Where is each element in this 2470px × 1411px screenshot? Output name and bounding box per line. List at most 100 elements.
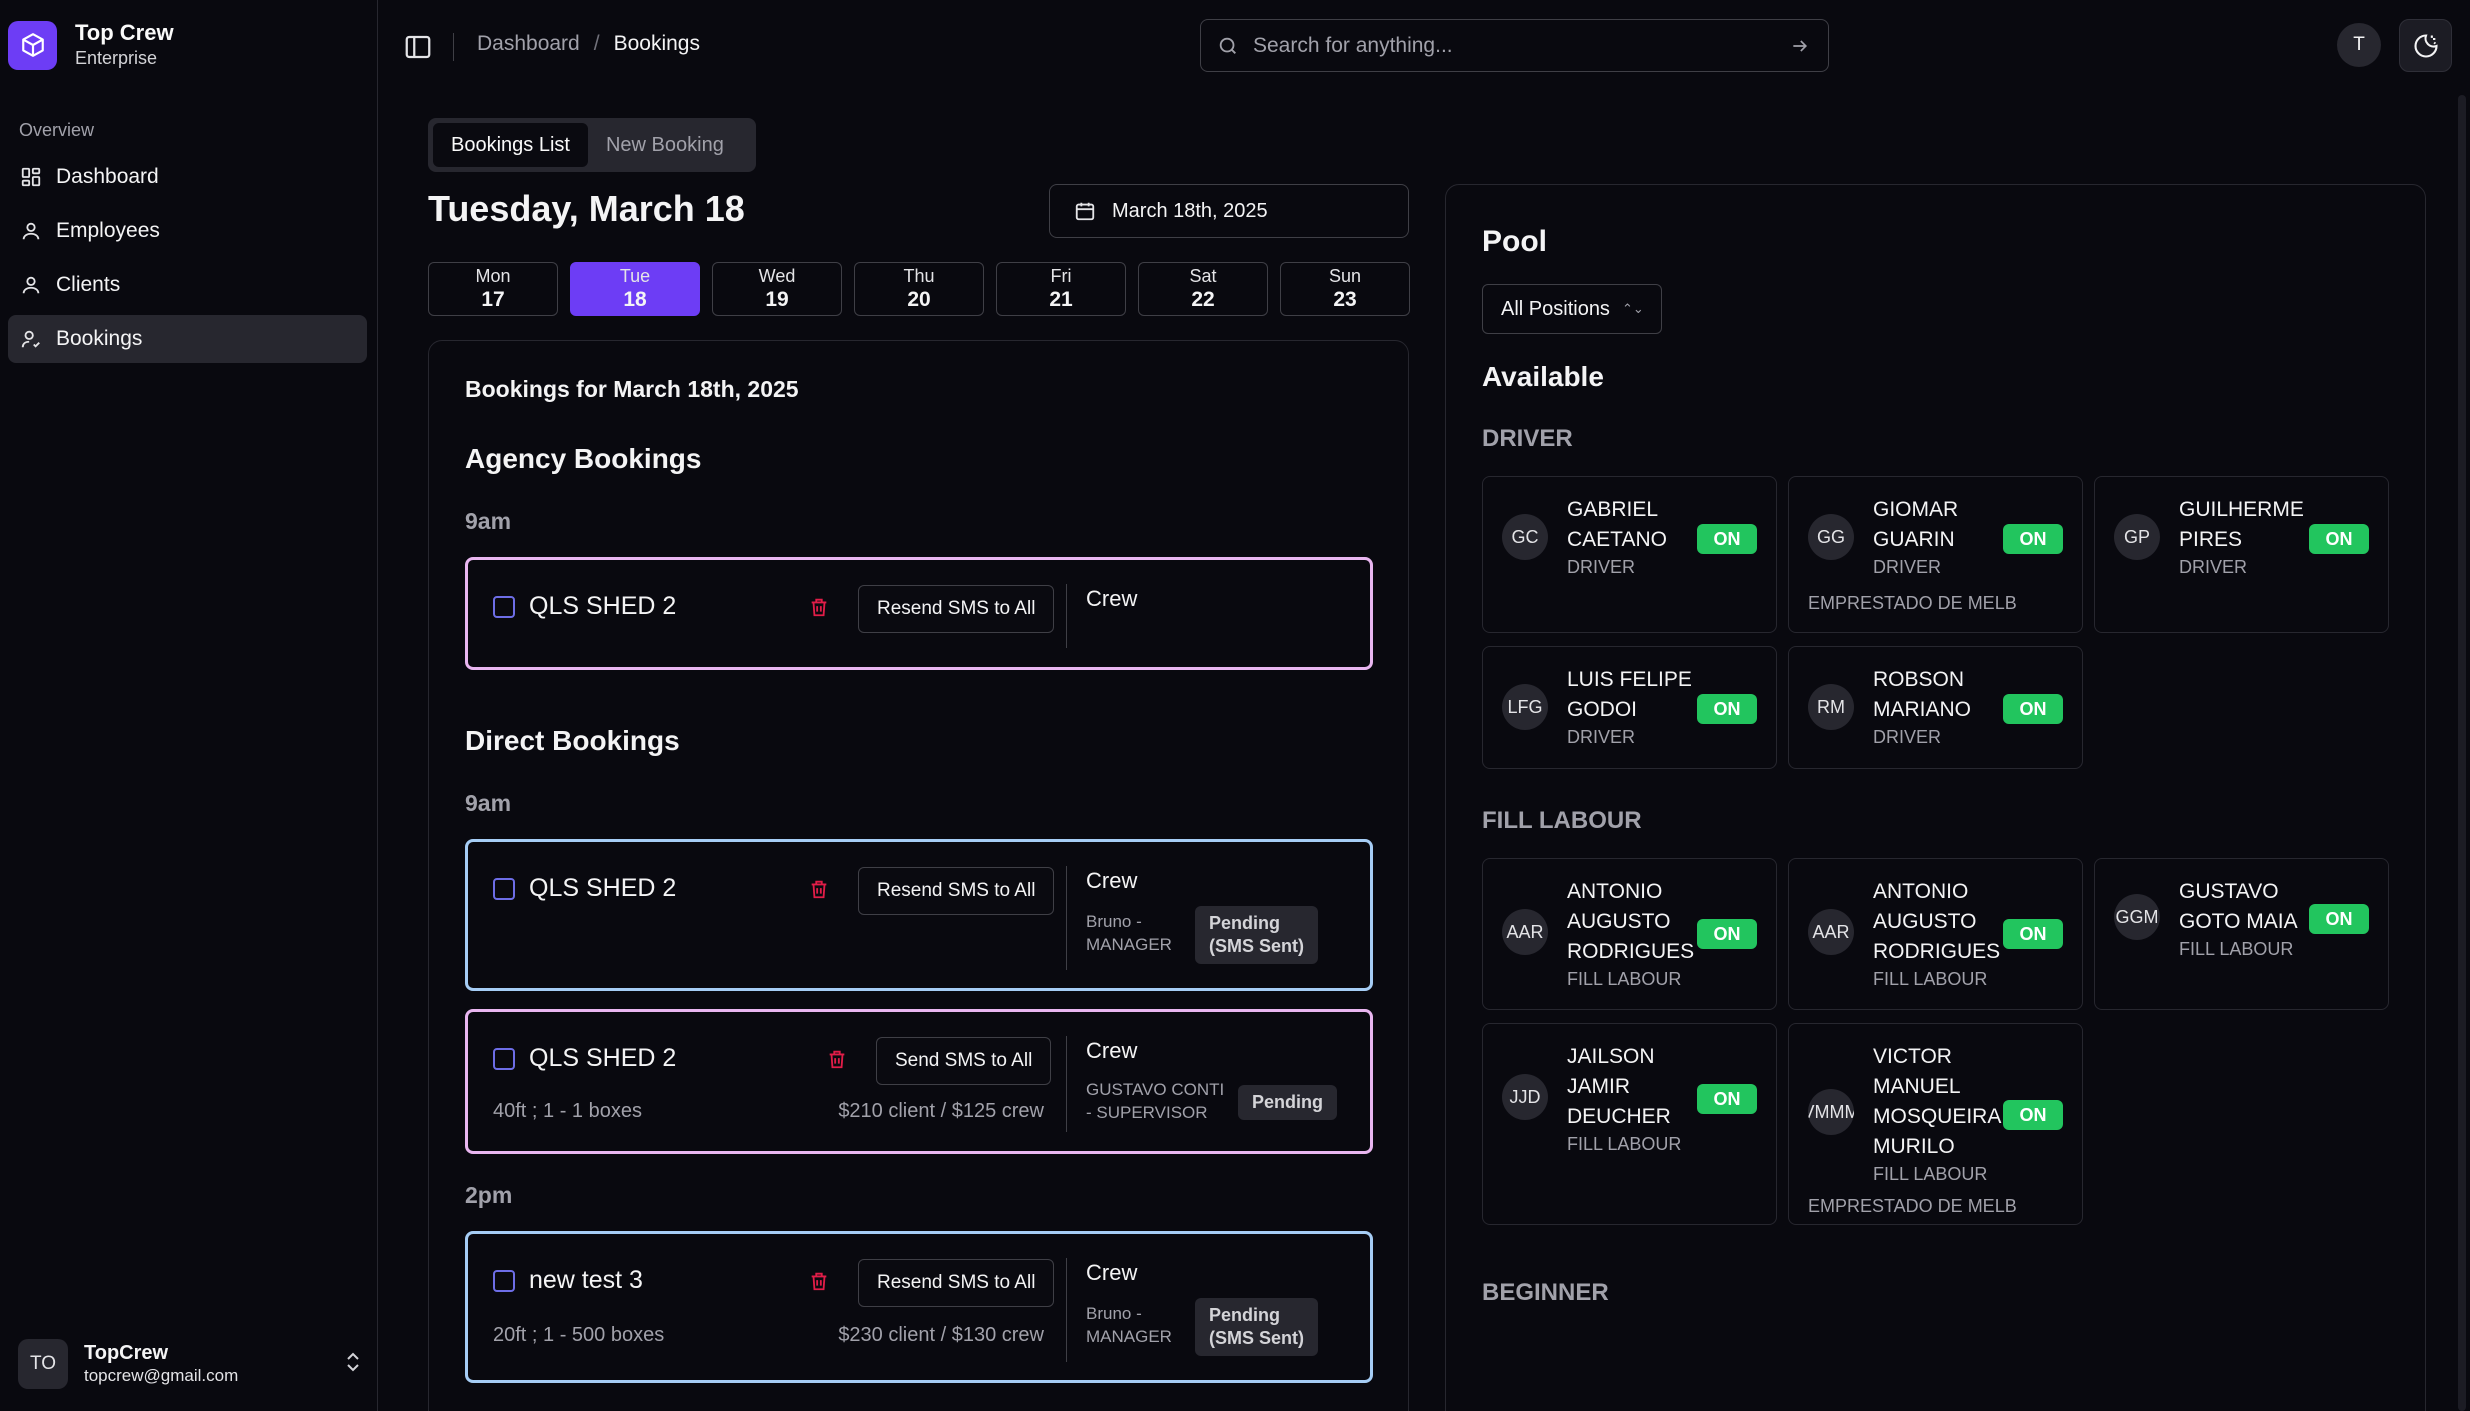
status-badge: Pending (SMS Sent) [1195,1298,1319,1356]
avatar: GG [1808,514,1854,560]
sidebar-section-label: Overview [19,120,95,140]
booking-card[interactable]: new test 3 Resend SMS to All Crew Bruno … [465,1231,1373,1383]
trash-icon[interactable] [808,594,830,620]
on-status-badge[interactable]: ON [2003,524,2063,554]
user-menu[interactable]: TO TopCrew topcrew@gmail.com [18,1335,362,1393]
booking-checkbox[interactable] [493,596,515,618]
date-picker-button[interactable]: March 18th, 2025 [1049,184,1409,238]
breadcrumb-dashboard[interactable]: Dashboard [477,32,580,56]
crew-member: Bruno - MANAGER [1086,910,1172,956]
day-name: Sat [1189,266,1217,286]
dashboard-icon [21,167,41,187]
day-name: Fri [1050,266,1072,286]
employee-card[interactable]: GC GABRIEL CAETANO DRIVER ON [1482,476,1777,633]
status-subtext: (SMS Sent) [1209,936,1305,956]
sidebar-item-dashboard[interactable]: Dashboard [8,153,367,201]
employee-name: LUIS FELIPE GODOI [1567,668,1692,721]
employee-role: DRIVER [1567,727,1636,747]
bookings-tabs: Bookings List New Booking [428,118,756,172]
slash-icon: / [593,32,600,55]
employee-card[interactable]: GG GIOMAR GUARIN DRIVER ON EMPRESTADO DE… [1788,476,2083,633]
booking-name: QLS SHED 2 [529,874,677,902]
booking-checkbox[interactable] [493,1048,515,1070]
on-status-badge[interactable]: ON [1697,919,1757,949]
page-title: Tuesday, March 18 [428,188,745,229]
resend-sms-button[interactable]: Resend SMS to All [858,867,1055,915]
on-status-badge[interactable]: ON [1697,524,1757,554]
divider [453,33,454,61]
day-fri[interactable]: Fri 21 [996,262,1126,316]
day-name: Thu [903,266,935,286]
trash-icon[interactable] [808,1268,830,1294]
sidebar-item-employees[interactable]: Employees [8,207,367,255]
crew-member: Bruno - MANAGER [1086,1302,1172,1348]
breadcrumb-bookings: Bookings [613,32,700,55]
day-name: Sun [1328,266,1362,286]
booking-card[interactable]: QLS SHED 2 Send SMS to All Crew GUSTAVO … [465,1009,1373,1154]
day-tue[interactable]: Tue 18 [570,262,700,316]
booking-details: 20ft ; 1 - 500 boxes [493,1324,665,1346]
crew-label: Crew [1086,1038,1138,1063]
booking-card[interactable]: QLS SHED 2 Resend SMS to All Crew [465,557,1373,670]
on-status-badge[interactable]: ON [2309,904,2369,934]
employee-card[interactable]: GGM GUSTAVO GOTO MAIA FILL LABOUR ON [2094,858,2389,1010]
send-sms-button[interactable]: Send SMS to All [876,1037,1052,1085]
sidebar-item-clients[interactable]: Clients [8,261,367,309]
employee-note: EMPRESTADO DE MELB [1808,593,2017,613]
employee-note: EMPRESTADO DE MELB [1808,1196,2017,1216]
on-status-badge[interactable]: ON [2309,524,2369,554]
employee-card[interactable]: RM ROBSON MARIANO DRIVER ON [1788,646,2083,769]
employee-name: GIOMAR GUARIN [1873,498,1959,551]
crew-member-role: MANAGER [1086,1327,1172,1346]
trash-icon[interactable] [808,876,830,902]
employee-name: VICTOR MANUEL MOSQUEIRA MURILO [1873,1045,2001,1158]
bookings-header: Bookings for March 18th, 2025 [465,376,799,402]
user-icon [22,276,40,294]
avatar[interactable]: T [2337,23,2381,67]
day-wed[interactable]: Wed 19 [712,262,842,316]
day-sun[interactable]: Sun 23 [1280,262,1410,316]
on-status-badge[interactable]: ON [1697,1084,1757,1114]
trash-icon[interactable] [826,1046,848,1072]
day-number: 17 [481,288,505,311]
divider [1066,1258,1067,1362]
resend-sms-button[interactable]: Resend SMS to All [858,585,1055,633]
sidebar-item-bookings[interactable]: Bookings [8,315,367,363]
on-status-badge[interactable]: ON [2003,1100,2063,1130]
day-number: 22 [1191,288,1215,311]
brand[interactable]: Top Crew Enterprise [8,20,174,70]
employee-card[interactable]: AAR ANTONIO AUGUSTO RODRIGUES FILL LABOU… [1788,858,2083,1010]
employee-card[interactable]: LFG LUIS FELIPE GODOI DRIVER ON [1482,646,1777,769]
tab-new-booking[interactable]: New Booking [588,123,742,167]
employee-card[interactable]: AAR ANTONIO AUGUSTO RODRIGUES FILL LABOU… [1482,858,1777,1010]
on-status-badge[interactable]: ON [2003,919,2063,949]
day-mon[interactable]: Mon 17 [428,262,558,316]
avatar: GGM [2114,894,2160,940]
day-number: 23 [1333,288,1357,311]
avatar: GP [2114,514,2160,560]
chevrons-up-down-icon: ⌃⌄ [1621,301,1644,316]
day-thu[interactable]: Thu 20 [854,262,984,316]
employee-card[interactable]: JJD JAILSON JAMIR DEUCHER FILL LABOUR ON [1482,1023,1777,1225]
scrollbar[interactable] [2458,95,2466,1411]
employee-role: FILL LABOUR [2179,939,2294,959]
booking-checkbox[interactable] [493,1270,515,1292]
on-status-badge[interactable]: ON [2003,694,2063,724]
employee-card[interactable]: VMMM VICTOR MANUEL MOSQUEIRA MURILO FILL… [1788,1023,2083,1225]
resend-sms-button[interactable]: Resend SMS to All [858,1259,1055,1307]
day-name: Tue [619,266,651,286]
tab-bookings-list[interactable]: Bookings List [433,123,588,167]
theme-toggle-button[interactable] [2399,19,2452,72]
booking-checkbox[interactable] [493,878,515,900]
crew-member-name: Bruno - [1086,1304,1142,1323]
booking-card[interactable]: QLS SHED 2 Resend SMS to All Crew Bruno … [465,839,1373,991]
position-filter-select[interactable]: All Positions ⌃⌄ [1482,284,1662,334]
day-sat[interactable]: Sat 22 [1138,262,1268,316]
employee-card[interactable]: GP GUILHERME PIRES DRIVER ON [2094,476,2389,633]
sidebar-toggle-icon[interactable] [403,32,433,62]
search-input[interactable]: Search for anything... [1200,19,1829,72]
arrow-right-icon[interactable] [1790,36,1810,56]
search-placeholder: Search for anything... [1253,33,1453,57]
on-status-badge[interactable]: ON [1697,694,1757,724]
divider [1066,866,1067,970]
